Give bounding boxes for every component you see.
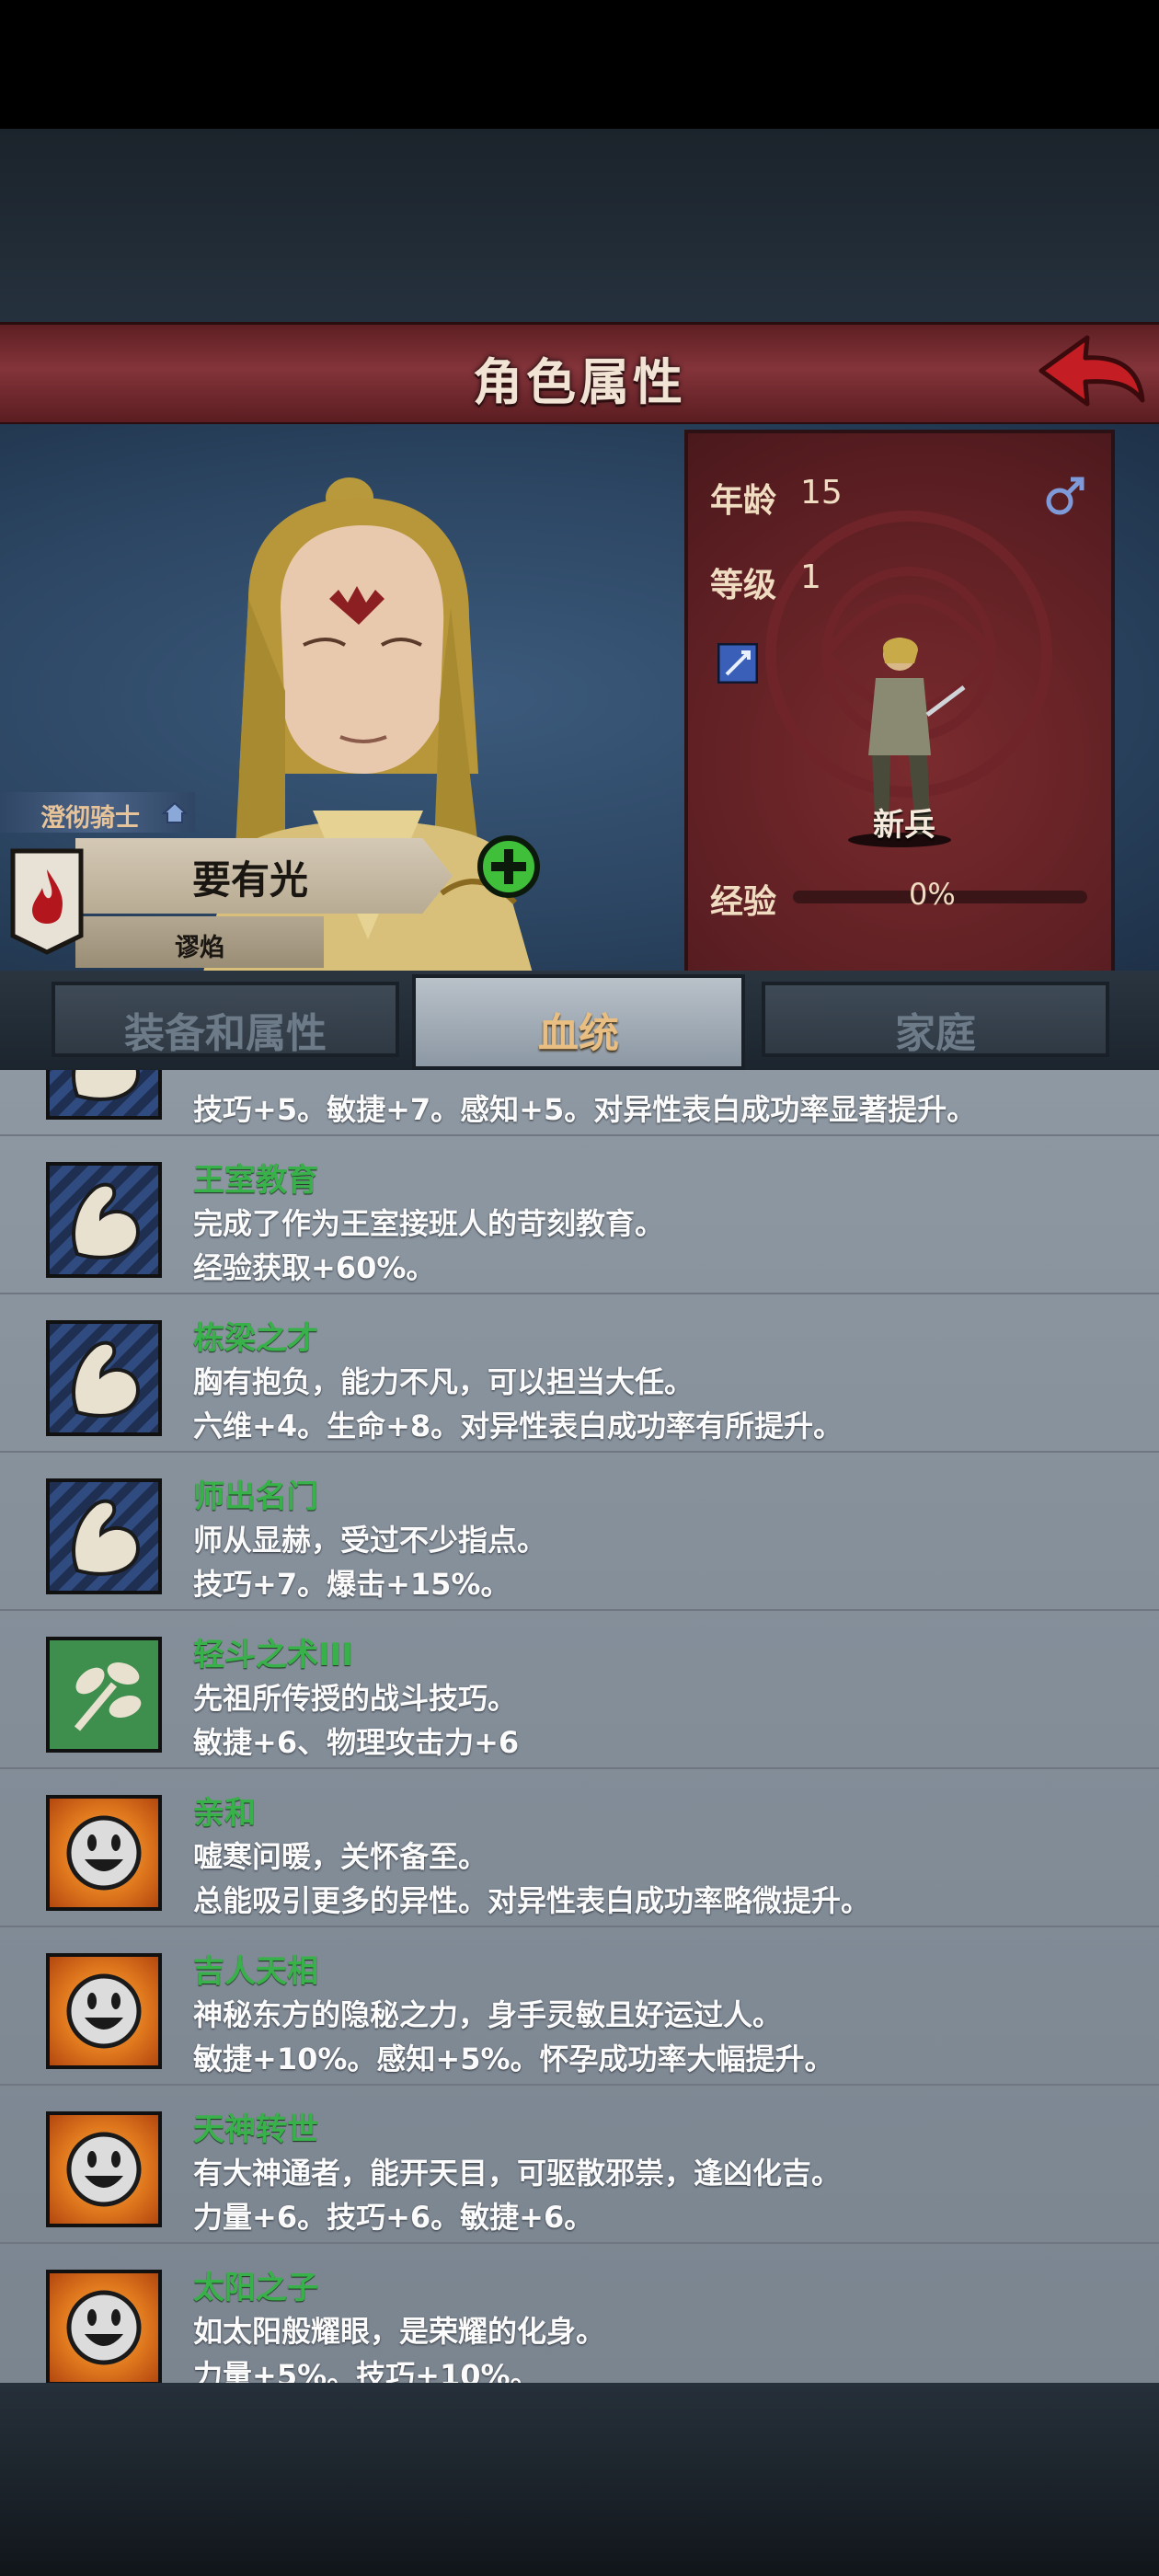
page-title: 角色属性 — [473, 353, 686, 411]
nickname-plate: 谬焰 — [75, 916, 324, 968]
header-banner: 角色属性 — [0, 322, 1159, 427]
smiley-sun-icon — [46, 1953, 162, 2069]
muscle-icon — [46, 1070, 162, 1120]
trait-effect: 敏捷+6、物理攻击力+6 — [193, 1725, 520, 1760]
sword-icon[interactable] — [717, 643, 758, 684]
trait-title: 轻斗之术III — [193, 1637, 353, 1673]
trait-desc: 师从显赫，受过不少指点。 — [193, 1523, 547, 1558]
leaf-icon — [46, 1637, 162, 1753]
trait-row: 轻斗之术III 先祖所传授的战斗技巧。 敏捷+6、物理攻击力+6 — [0, 1611, 1159, 1769]
trait-effect: 力量+6。技巧+6。敏捷+6。 — [193, 2200, 594, 2235]
trait-desc: 如太阳般耀眼，是荣耀的化身。 — [193, 2314, 606, 2349]
trait-list[interactable]: 技巧+5。敏捷+7。感知+5。对异性表白成功率显著提升。 王室教育 完成了作为王… — [0, 1070, 1159, 2383]
trait-effect: 敏捷+10%。感知+5%。怀孕成功率大幅提升。 — [193, 2041, 834, 2076]
tab-bar: 装备和属性 血统 家庭 — [0, 971, 1159, 1070]
trait-row: 师出名门 师从显赫，受过不少指点。 技巧+7。爆击+15%。 — [0, 1453, 1159, 1611]
bottom-band — [0, 2383, 1159, 2576]
trait-effect: 技巧+7。爆击+15%。 — [193, 1567, 511, 1602]
character-name: 要有光 — [191, 857, 308, 903]
unit-rank: 新兵 — [873, 807, 935, 844]
trait-title: 王室教育 — [193, 1162, 318, 1199]
trait-row: 王室教育 完成了作为王室接班人的苛刻教育。 经验获取+60%。 — [0, 1136, 1159, 1294]
status-bar-area — [0, 0, 1159, 129]
exp-value: 0% — [909, 877, 956, 912]
trait-row: 天神转世 有大神通者，能开天目，可驱散邪祟，逢凶化吉。 力量+6。技巧+6。敏捷… — [0, 2086, 1159, 2244]
tab-family[interactable]: 家庭 — [762, 982, 1109, 1057]
trait-effect: 六维+4。生命+8。对异性表白成功率有所提升。 — [193, 1409, 843, 1443]
smiley-sun-icon — [46, 1795, 162, 1911]
trait-desc: 完成了作为王室接班人的苛刻教育。 — [193, 1206, 665, 1241]
trait-desc: 先祖所传授的战斗技巧。 — [193, 1681, 518, 1716]
age-label: 年龄 — [710, 482, 777, 520]
trait-title: 吉人天相 — [193, 1953, 318, 1990]
stats-panel: 年龄 15 等级 1 新兵 经验 0% — [684, 430, 1115, 982]
trait-title: 太阳之子 — [193, 2270, 318, 2306]
add-icon[interactable] — [476, 834, 541, 899]
muscle-icon — [46, 1320, 162, 1436]
smiley-sun-icon — [46, 2270, 162, 2383]
trait-desc: 嘘寒问暖，关怀备至。 — [193, 1839, 488, 1874]
level-label: 等级 — [710, 567, 777, 604]
tab-bloodline[interactable]: 血统 — [412, 974, 745, 1070]
trait-row: 栋梁之才 胸有抱负，能力不凡，可以担当大任。 六维+4。生命+8。对异性表白成功… — [0, 1294, 1159, 1453]
muscle-icon — [46, 1478, 162, 1594]
muscle-icon — [46, 1162, 162, 1278]
male-icon — [1046, 477, 1084, 515]
trait-effect: 总能吸引更多的异性。对异性表白成功率略微提升。 — [193, 1883, 871, 1918]
fire-crest-icon — [10, 848, 84, 955]
back-arrow-icon[interactable] — [1034, 330, 1146, 417]
class-label: 澄彻骑士 — [0, 792, 195, 833]
trait-desc: 胸有抱负，能力不凡，可以担当大任。 — [193, 1364, 694, 1399]
class-name: 澄彻骑士 — [40, 804, 140, 833]
trait-title: 亲和 — [193, 1795, 256, 1832]
house-icon — [162, 801, 188, 823]
trait-row: 技巧+5。敏捷+7。感知+5。对异性表白成功率显著提升。 — [0, 1070, 1159, 1136]
trait-desc: 神秘东方的隐秘之力，身手灵敏且好运过人。 — [193, 1997, 783, 2032]
trait-effect: 经验获取+60%。 — [193, 1250, 436, 1285]
trait-title: 栋梁之才 — [193, 1320, 318, 1357]
trait-desc: 有大神通者，能开天目，可驱散邪祟，逢凶化吉。 — [193, 2156, 842, 2191]
trait-title: 天神转世 — [193, 2111, 318, 2148]
trait-row: 太阳之子 如太阳般耀眼，是荣耀的化身。 力量+5%。技巧+10%。 — [0, 2244, 1159, 2383]
exp-label: 经验 — [710, 883, 777, 921]
trait-title: 师出名门 — [193, 1478, 318, 1515]
name-plate: 要有光 — [75, 838, 453, 914]
trait-effect: 力量+5%。技巧+10%。 — [193, 2358, 540, 2383]
character-nickname: 谬焰 — [175, 934, 224, 962]
tab-equipment[interactable]: 装备和属性 — [52, 982, 399, 1057]
age-value: 15 — [800, 474, 843, 512]
level-value: 1 — [800, 558, 821, 596]
smiley-sun-icon — [46, 2111, 162, 2227]
trait-row: 亲和 嘘寒问暖，关怀备至。 总能吸引更多的异性。对异性表白成功率略微提升。 — [0, 1769, 1159, 1927]
trait-row: 吉人天相 神秘东方的隐秘之力，身手灵敏且好运过人。 敏捷+10%。感知+5%。怀… — [0, 1927, 1159, 2086]
trait-effect: 技巧+5。敏捷+7。感知+5。对异性表白成功率显著提升。 — [193, 1092, 977, 1127]
